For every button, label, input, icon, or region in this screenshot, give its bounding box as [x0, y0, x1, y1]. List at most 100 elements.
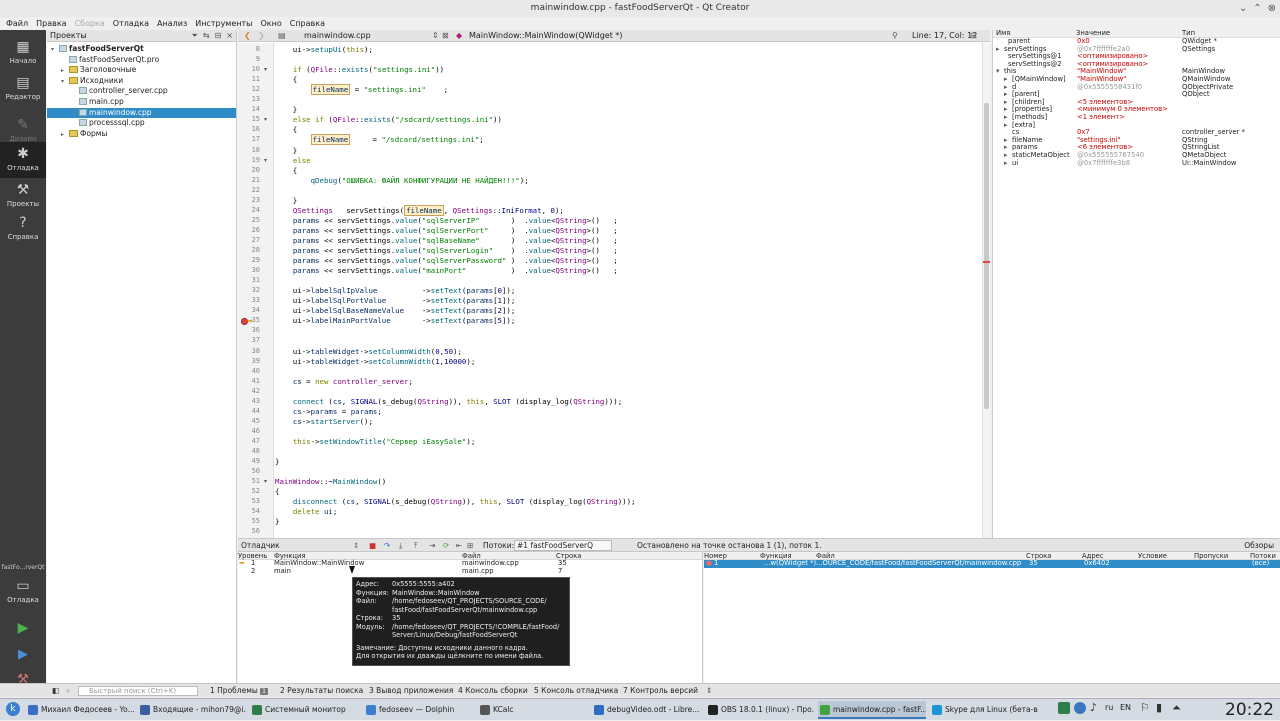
- minimize-icon[interactable]: ⌄: [1239, 0, 1247, 17]
- tree-item[interactable]: mainwindow.cpp: [47, 107, 236, 119]
- code-line[interactable]: {: [275, 75, 297, 84]
- keyboard-layout[interactable]: EN: [1120, 703, 1131, 712]
- tree-item[interactable]: ▸ Формы: [47, 129, 236, 140]
- app-launcher-icon[interactable]: k: [6, 702, 20, 716]
- expand-arrow-icon[interactable]: ▸: [996, 45, 999, 54]
- code-line[interactable]: cs->params = params;: [275, 407, 382, 416]
- code-line[interactable]: fileName = "/sdcard/settings.ini";: [275, 134, 484, 146]
- code-line[interactable]: ui->tableWidget->setColumnWidth(1,10000)…: [275, 357, 475, 366]
- tree-item[interactable]: ▸ Заголовочные: [47, 65, 236, 76]
- frame-icon[interactable]: ⊞: [467, 539, 473, 552]
- taskbar-task[interactable]: Системный монитор: [250, 701, 358, 719]
- fold-marker-icon[interactable]: ▾: [264, 116, 267, 123]
- code-line[interactable]: params << servSettings.value("mainPort" …: [275, 266, 618, 275]
- code-line[interactable]: ui->setupUi(this);: [275, 45, 373, 54]
- step-over-icon[interactable]: ↷: [384, 539, 390, 552]
- expand-arrow-icon[interactable]: ▾: [996, 68, 999, 76]
- tree-item[interactable]: main.cpp: [47, 97, 236, 108]
- stop-icon[interactable]: ■: [369, 539, 376, 552]
- menu-item-2[interactable]: Сборка: [71, 17, 109, 30]
- mode-design[interactable]: ✎ Дизайн: [0, 105, 46, 143]
- code-line[interactable]: delete ui;: [275, 507, 338, 516]
- output-panes-icon[interactable]: ⇕: [706, 684, 712, 697]
- code-line[interactable]: }: [275, 146, 297, 155]
- file-dropdown-icon[interactable]: ⇕: [432, 30, 439, 42]
- tray-expand-icon[interactable]: ⏶: [1172, 701, 1181, 715]
- views-button[interactable]: Обзоры: [1244, 539, 1274, 552]
- taskbar-task[interactable]: Входящие - mihon79@i...: [138, 701, 246, 719]
- reverse-icon[interactable]: ⇤: [456, 539, 462, 552]
- code-line[interactable]: else: [275, 156, 311, 165]
- pin-icon[interactable]: ⚲: [892, 30, 898, 42]
- bp-header-condition[interactable]: Условие: [1138, 552, 1167, 560]
- locals-row[interactable]: ▸ ui @0x7fffffffe3b8 Ui::MainWindow: [993, 159, 1280, 168]
- editor-gutter[interactable]: 8 9 10 ▾ 11 12 13 14 15 ▾ 16 17 18 19 ▾ 20 21 22 23 24 25 26 2…: [238, 43, 274, 538]
- code-line[interactable]: MainWindow::~MainWindow(): [275, 477, 386, 486]
- output-tab[interactable]: 5 Консоль отладчика: [534, 684, 618, 697]
- taskbar-task[interactable]: Skype для Linux (бета-в...: [930, 701, 1038, 719]
- step-into-icon[interactable]: ⤓: [399, 539, 402, 552]
- sync-icon[interactable]: ⇆: [203, 30, 210, 42]
- menu-item-3[interactable]: Отладка: [109, 17, 153, 30]
- taskbar-task[interactable]: debugVideo.odt - Libre...: [592, 701, 700, 719]
- bp-header-ignore[interactable]: Пропуски: [1194, 552, 1228, 560]
- menu-item-5[interactable]: Инструменты: [191, 17, 256, 30]
- locals-row[interactable]: servSettings@2 <оптимизировано>: [993, 60, 1280, 69]
- code-line[interactable]: }: [275, 457, 279, 466]
- menu-item-1[interactable]: Правка: [32, 17, 70, 30]
- menu-item-4[interactable]: Анализ: [153, 17, 191, 30]
- taskbar-task[interactable]: fedoseev — Dolphin: [364, 701, 472, 719]
- fold-marker-icon[interactable]: ▾: [264, 478, 267, 485]
- clock[interactable]: 20:22: [1225, 699, 1274, 721]
- close-file-icon[interactable]: ⊠: [442, 30, 449, 42]
- notification-icon[interactable]: ⚐: [1140, 701, 1150, 714]
- open-file-name[interactable]: mainwindow.cpp: [304, 30, 371, 42]
- code-line[interactable]: ui->labelMainPortValue ->setText(params[…: [275, 316, 516, 325]
- forward-icon[interactable]: ❯: [258, 30, 265, 42]
- kit-selector[interactable]: ▭ Отладка: [0, 578, 46, 608]
- code-line[interactable]: }: [275, 517, 279, 526]
- output-tab[interactable]: 2 Результаты поиска: [280, 684, 363, 697]
- filter-icon[interactable]: ⏷: [191, 30, 197, 42]
- locator-input[interactable]: Быстрый поиск (Ctrl+K): [78, 686, 198, 696]
- expand-arrow-icon[interactable]: ▸: [1004, 159, 1007, 168]
- debug-run-button[interactable]: ▶: [0, 647, 46, 665]
- editor-scrollbar[interactable]: [982, 43, 990, 538]
- close-panel-icon[interactable]: ×: [226, 30, 233, 42]
- code-line[interactable]: cs = new controller_server;: [275, 377, 413, 386]
- taskbar-task[interactable]: KCalc: [478, 701, 586, 719]
- code-line[interactable]: fileName = "settings.ini" ;: [275, 84, 448, 96]
- code-line[interactable]: connect (cs, SIGNAL(s_debug(QString)), t…: [275, 397, 622, 406]
- taskbar-task[interactable]: OBS 18.0.1 (linux) - Про...: [706, 701, 814, 719]
- menu-item-7[interactable]: Справка: [286, 17, 329, 30]
- mode-edit[interactable]: ▤ Редактор: [0, 72, 46, 105]
- run-button[interactable]: ▶: [0, 620, 46, 638]
- tree-item[interactable]: fastFoodServerQt.pro: [47, 55, 236, 66]
- close-icon[interactable]: ⊗: [1268, 0, 1276, 17]
- output-tab[interactable]: 3 Вывод приложения: [369, 684, 453, 697]
- code-line[interactable]: cs->startServer();: [275, 417, 373, 426]
- expand-arrow-icon[interactable]: ▸: [61, 130, 69, 141]
- fold-marker-icon[interactable]: ▾: [264, 66, 267, 73]
- battery-icon[interactable]: ▮: [1156, 701, 1162, 714]
- code-line[interactable]: ui->labelSqlBaseNameValue ->setText(para…: [275, 306, 516, 315]
- tray-network-icon[interactable]: [1074, 702, 1086, 714]
- code-line[interactable]: if (QFile::exists("settings.ini")): [275, 65, 444, 74]
- tree-item[interactable]: processsql.cpp: [47, 118, 236, 129]
- code-line[interactable]: ui->labelSqlIpValue ->setText(params[0])…: [275, 286, 516, 295]
- code-line[interactable]: params << servSettings.value("sqlServerI…: [275, 216, 618, 225]
- back-icon[interactable]: ❮: [244, 30, 251, 42]
- volume-icon[interactable]: ♪: [1090, 701, 1097, 714]
- split-editor-icon[interactable]: ⊟: [970, 30, 977, 42]
- tree-item[interactable]: ▾ fastFoodServerQt: [47, 44, 236, 55]
- output-tab[interactable]: 1 Проблемы 1: [210, 684, 268, 697]
- language-indicator[interactable]: ru: [1105, 703, 1113, 712]
- code-line[interactable]: }: [275, 196, 297, 205]
- current-function[interactable]: MainWindow::MainWindow(QWidget *): [469, 30, 623, 42]
- mode-projects[interactable]: ⚒ Проекты: [0, 178, 46, 211]
- maximize-icon[interactable]: ⌃: [1253, 0, 1261, 17]
- code-line[interactable]: disconnect (cs, SIGNAL(s_debug(QString))…: [275, 497, 636, 506]
- step-out-icon[interactable]: ⤒: [414, 539, 417, 552]
- fold-marker-icon[interactable]: ▾: [264, 157, 267, 164]
- code-line[interactable]: this->setWindowTitle("Сервер iEasySale")…: [275, 437, 475, 446]
